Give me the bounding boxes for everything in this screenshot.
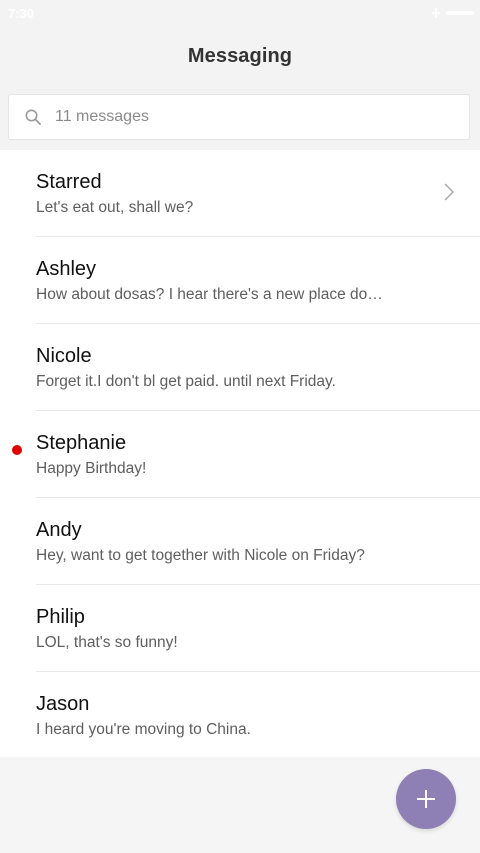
status-icons — [432, 8, 474, 18]
download-icon — [432, 8, 440, 18]
conversation-preview: Forget it.I don't bl get paid. until nex… — [36, 373, 336, 390]
conversation-name: Stephanie — [36, 432, 127, 454]
chevron-right-icon — [444, 183, 454, 201]
conversation-item-andy[interactable]: Andy Hey, want to get together with Nico… — [0, 498, 480, 585]
search-icon — [25, 109, 41, 125]
conversation-name: Ashley — [36, 258, 97, 280]
conversation-preview: LOL, that's so funny! — [36, 634, 178, 651]
unread-indicator — [12, 445, 22, 455]
conversation-item-jason[interactable]: Jason I heard you're moving to China. — [0, 672, 480, 757]
conversation-item-nicole[interactable]: Nicole Forget it.I don't bl get paid. un… — [0, 324, 480, 411]
conversation-preview: I heard you're moving to China. — [36, 721, 251, 738]
search-input[interactable] — [55, 101, 435, 133]
conversation-preview: How about dosas? I hear there's a new pl… — [36, 286, 383, 303]
plus-icon — [417, 790, 435, 808]
conversation-item-philip[interactable]: Philip LOL, that's so funny! — [0, 585, 480, 672]
conversation-preview: Hey, want to get together with Nicole on… — [36, 547, 365, 564]
search-box[interactable] — [8, 94, 470, 140]
conversation-item-starred[interactable]: Starred Let's eat out, shall we? — [0, 150, 480, 237]
conversation-preview: Let's eat out, shall we? — [36, 199, 194, 216]
conversation-name: Andy — [36, 519, 82, 541]
battery-icon — [446, 11, 474, 15]
conversation-name: Nicole — [36, 345, 92, 367]
status-bar: 7:30 — [0, 0, 480, 28]
conversation-item-stephanie[interactable]: Stephanie Happy Birthday! — [0, 411, 480, 498]
new-message-button[interactable] — [396, 769, 456, 829]
app-header: Messaging — [0, 28, 480, 87]
conversation-name: Jason — [36, 693, 90, 715]
conversation-list: Starred Let's eat out, shall we? Ashley … — [0, 150, 480, 757]
search-area — [0, 86, 480, 150]
page-title: Messaging — [187, 45, 293, 67]
status-time: 7:30 — [8, 6, 35, 21]
conversation-name: Philip — [36, 606, 85, 628]
conversation-item-ashley[interactable]: Ashley How about dosas? I hear there's a… — [0, 237, 480, 324]
conversation-name: Starred — [36, 171, 102, 193]
conversation-preview: Happy Birthday! — [36, 460, 147, 477]
